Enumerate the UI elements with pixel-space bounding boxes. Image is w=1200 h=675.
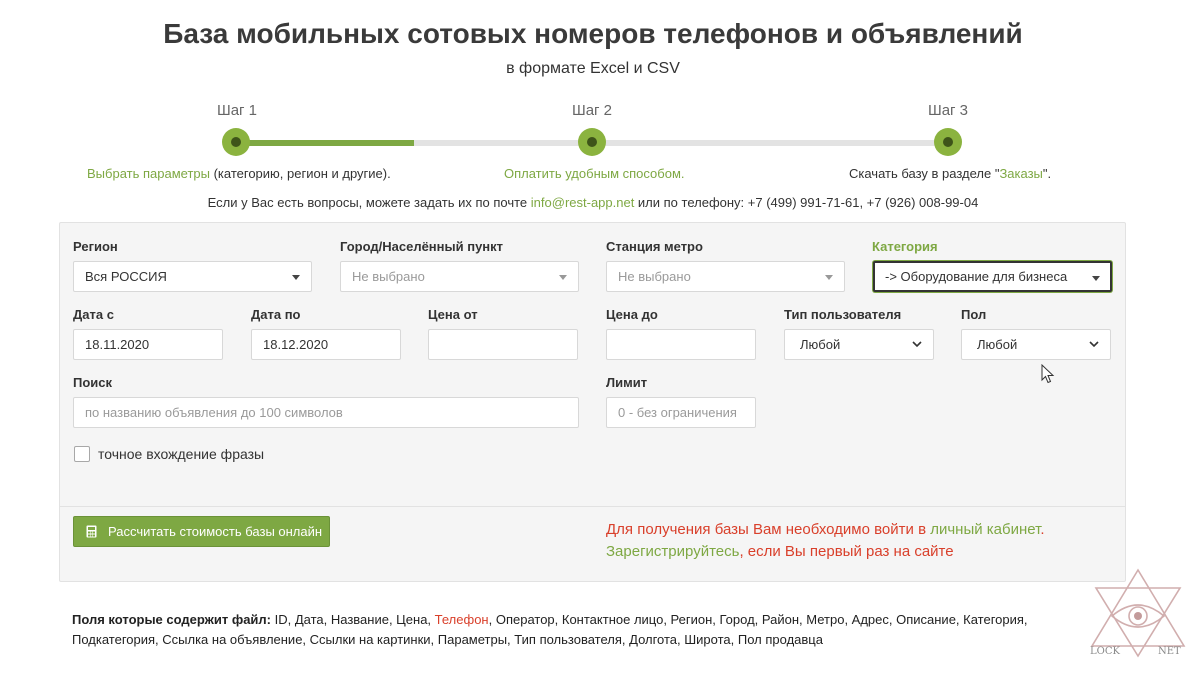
price-from-label: Цена от [428,307,478,322]
caret-down-icon [825,275,833,280]
step-3-description: Скачать базу в разделе "Заказы". [849,166,1051,181]
orders-link[interactable]: Заказы [999,166,1042,181]
city-select[interactable]: Не выбрано [340,261,579,292]
step-2-label: Шаг 2 [571,102,613,119]
contact-suffix: или по телефону: +7 (499) 991-71-61, +7 … [634,195,979,210]
personal-cabinet-link[interactable]: личный кабинет [930,521,1040,538]
notice-line1-end: . [1040,521,1045,538]
fields-phone: Телефон [434,612,489,627]
page-subtitle: в формате Excel и CSV [506,60,680,77]
mouse-cursor-icon [1041,364,1055,384]
step-3-dot[interactable] [934,128,962,156]
page-title: База мобильных сотовых номеров телефонов… [163,18,1023,49]
category-label: Категория [872,239,938,254]
register-link[interactable]: Зарегистрируйтесь [606,543,739,560]
date-to-input[interactable]: 18.12.2020 [251,329,401,360]
login-notice: Для получения базы Вам необходимо войти … [606,519,1045,563]
notice-line1-text: Для получения базы Вам необходимо войти … [606,521,931,538]
metro-value: Не выбрано [618,269,691,284]
city-label: Город/Населённый пункт [340,239,504,254]
chevron-down-icon [1089,341,1099,348]
region-select[interactable]: Вся РОССИЯ [73,261,312,292]
fields-part1: ID, Дата, Название, Цена, [271,612,435,627]
file-fields-info: Поля которые содержит файл: ID, Дата, На… [72,610,1112,650]
email-link[interactable]: info@rest-app.net [531,195,635,210]
contact-line: Если у Вас есть вопросы, можете задать и… [0,195,1186,210]
date-from-input[interactable]: 18.11.2020 [73,329,223,360]
select-params-link[interactable]: Выбрать параметры [87,166,210,181]
date-to-label: Дата по [251,307,301,322]
step-1-dot[interactable] [222,128,250,156]
svg-text:NET: NET [1158,646,1181,657]
step-3-label: Шаг 3 [927,102,969,119]
calculator-icon [86,525,97,538]
limit-input[interactable]: 0 - без ограничения [606,397,756,428]
user-type-value: Любой [800,337,841,352]
filter-panel: Регион Вся РОССИЯ Город/Населённый пункт… [59,222,1126,582]
exact-phrase-label: точное вхождение фразы [98,446,265,462]
metro-label: Станция метро [606,239,703,254]
step-1-description: Выбрать параметры (категорию, регион и д… [87,166,391,181]
chevron-down-icon [912,341,922,348]
caret-down-icon [559,275,567,280]
calculate-price-button[interactable]: Рассчитать стоимость базы онлайн [73,516,330,547]
category-select[interactable]: -> Оборудование для бизнеса [873,261,1112,292]
price-from-input[interactable] [428,329,578,360]
region-value: Вся РОССИЯ [85,269,167,284]
price-to-input[interactable] [606,329,756,360]
caret-down-icon [292,275,300,280]
gender-value: Любой [977,337,1018,352]
search-input[interactable]: по названию объявления до 100 символов [73,397,579,428]
gender-label: Пол [961,307,987,322]
notice-line2-text: , если Вы первый раз на сайте [739,543,954,560]
contact-prefix: Если у Вас есть вопросы, можете задать и… [207,195,531,210]
step-1-text: (категорию, регион и другие). [209,166,391,181]
panel-divider [60,506,1125,507]
user-type-label: Тип пользователя [784,307,902,322]
step-2-description: Оплатить удобным способом. [504,166,685,181]
svg-text:LOCK: LOCK [1090,646,1120,657]
fields-label: Поля которые содержит файл: [72,612,272,627]
exact-phrase-checkbox[interactable] [74,446,90,462]
gender-select[interactable]: Любой [961,329,1111,360]
step-3-text-before: Скачать базу в разделе " [849,166,1000,181]
step-1-label: Шаг 1 [216,102,258,119]
calculate-button-label: Рассчитать стоимость базы онлайн [108,524,323,539]
pay-link[interactable]: Оплатить удобным способом. [504,166,685,181]
price-to-label: Цена до [606,307,658,322]
metro-select[interactable]: Не выбрано [606,261,845,292]
limit-label: Лимит [606,375,648,390]
date-from-label: Дата с [73,307,114,322]
eye-triangle-logo: LOCK NET [1090,568,1186,658]
category-value: -> Оборудование для бизнеса [885,269,1068,284]
search-label: Поиск [73,375,113,390]
city-value: Не выбрано [352,269,425,284]
progress-fill [236,140,414,146]
caret-down-icon [1092,276,1100,281]
user-type-select[interactable]: Любой [784,329,934,360]
step-3-text-after: ". [1042,166,1052,181]
region-label: Регион [73,239,118,254]
step-2-dot[interactable] [578,128,606,156]
